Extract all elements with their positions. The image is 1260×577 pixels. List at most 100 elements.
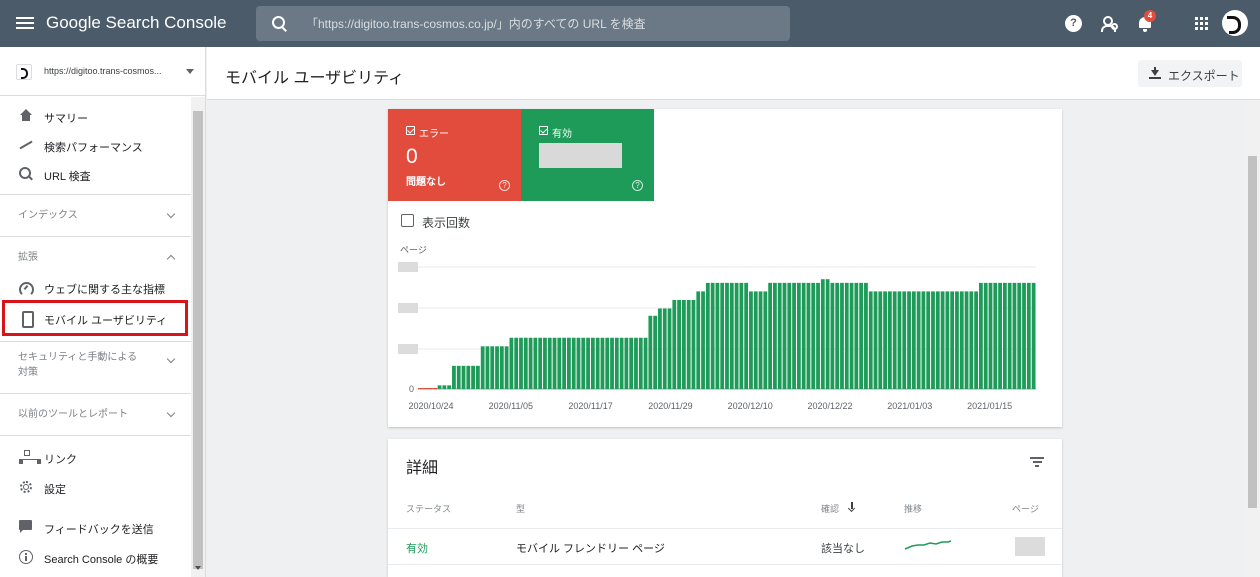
scroll-down-arrow-icon[interactable] [195, 566, 201, 570]
section-enhancements[interactable]: 拡張 [0, 237, 191, 277]
sidebar-item-label: 検索パフォーマンス [44, 142, 143, 154]
bar [806, 282, 811, 389]
bar [753, 291, 758, 389]
section-legacy-tools[interactable]: 以前のツールとレポート [0, 394, 191, 434]
bar [595, 337, 600, 389]
bar [590, 337, 595, 389]
bar [816, 282, 820, 389]
bar [461, 365, 466, 389]
bar [533, 337, 538, 389]
table-row[interactable]: 有効 モバイル フレンドリー ページ 該当なし [388, 529, 1062, 564]
bar [614, 337, 619, 389]
bar [514, 337, 519, 389]
bar [696, 291, 701, 389]
column-header-status: ステータス [406, 504, 452, 514]
help-circle-icon[interactable]: ? [632, 180, 643, 191]
sidebar-item-settings[interactable]: 設定 [0, 473, 191, 501]
sidebar-item-summary[interactable]: サマリー [0, 102, 191, 130]
bar [887, 291, 892, 389]
column-header-trend: 推移 [904, 504, 923, 514]
sidebar-item-performance[interactable]: 検索パフォーマンス [0, 131, 191, 159]
column-header-validation[interactable]: 確認 [821, 502, 839, 515]
bar [648, 315, 653, 389]
sidebar-scroll-thumb[interactable] [193, 111, 203, 569]
bar [801, 282, 806, 389]
account-icon[interactable] [1222, 10, 1248, 36]
bar [988, 282, 993, 389]
export-button[interactable]: エクスポート [1138, 60, 1242, 87]
property-selector[interactable]: https://digitoo.trans-cosmos... [0, 47, 206, 96]
trend-sparkline [904, 540, 952, 550]
bar [504, 346, 509, 389]
main-scrollbar[interactable] [1245, 100, 1260, 577]
bar [686, 299, 691, 389]
sort-arrow-icon[interactable] [848, 502, 856, 512]
bar [662, 308, 667, 389]
impressions-label: 表示回数 [422, 216, 471, 230]
tile-label: 有効 [552, 129, 572, 140]
apps-icon[interactable] [1193, 15, 1210, 32]
app-logo[interactable]: Google Search Console [46, 13, 227, 33]
sidebar-item-core-web-vitals[interactable]: ウェブに関する主な指標 [0, 273, 191, 301]
bar [940, 291, 945, 389]
sidebar-item-label: リンク [44, 454, 77, 466]
section-label: セキュリティと手動による 対策 [18, 352, 138, 378]
user-settings-icon[interactable] [1101, 15, 1118, 32]
sidebar-item-links[interactable]: リンク [0, 443, 191, 471]
bar [921, 291, 926, 389]
bar [758, 291, 763, 389]
section-security[interactable]: セキュリティと手動による 対策 [0, 342, 191, 392]
bar [744, 282, 749, 389]
bar [634, 337, 638, 389]
bar [868, 291, 873, 389]
valid-tile[interactable]: 有効 ? [521, 109, 654, 201]
impressions-checkbox[interactable] [401, 214, 414, 227]
tile-label: エラー [419, 129, 449, 140]
bar [715, 282, 720, 389]
sidebar-item-url-inspection[interactable]: URL 検査 [0, 160, 191, 188]
bar [447, 385, 452, 389]
help-circle-icon[interactable]: ? [499, 180, 510, 191]
sidebar-item-feedback[interactable]: フィードバックを送信 [0, 513, 191, 541]
bar [653, 315, 658, 389]
bar [701, 291, 705, 389]
bar [926, 291, 931, 389]
error-tile[interactable]: エラー 0 問題なし ? [388, 109, 521, 201]
filter-icon[interactable] [1030, 457, 1044, 467]
details-card: 詳細 ステータス 型 確認 推移 ページ 有効 モバイル フレンドリー ページ … [388, 439, 1062, 577]
bar [681, 299, 686, 389]
sidebar-item-about[interactable]: Search Console の概要 [0, 543, 191, 571]
sidebar-scrollbar[interactable] [191, 97, 205, 577]
x-tick-label: 2020/11/05 [489, 401, 533, 411]
export-label: エクスポート [1168, 69, 1240, 83]
help-icon[interactable]: ? [1065, 15, 1082, 32]
search-input[interactable] [306, 16, 786, 31]
bar [931, 291, 935, 389]
x-tick-label: 2020/10/24 [408, 401, 453, 411]
info-icon [19, 550, 33, 564]
menu-icon[interactable] [16, 14, 34, 32]
bar [705, 282, 710, 389]
bar [749, 291, 753, 389]
divider [0, 435, 191, 436]
bar [825, 279, 830, 389]
bar [859, 282, 864, 389]
bar [442, 385, 447, 389]
bar [959, 291, 964, 389]
bar [471, 365, 475, 389]
redacted-count [539, 143, 622, 168]
x-tick-label: 2020/12/22 [807, 401, 852, 411]
url-inspect-search[interactable] [256, 6, 790, 41]
bar [629, 337, 634, 389]
bar [1022, 282, 1026, 389]
x-tick-label: 2020/11/17 [568, 401, 612, 411]
redacted-y-tick [398, 262, 418, 272]
bar [969, 291, 974, 389]
redacted-page-count [1015, 537, 1045, 556]
x-tick-label: 2020/12/10 [728, 401, 773, 411]
bar [1031, 282, 1036, 389]
bar [878, 291, 883, 389]
chevron-down-icon [166, 209, 176, 219]
section-index[interactable]: インデックス [0, 195, 191, 235]
main-scroll-thumb[interactable] [1248, 156, 1257, 508]
